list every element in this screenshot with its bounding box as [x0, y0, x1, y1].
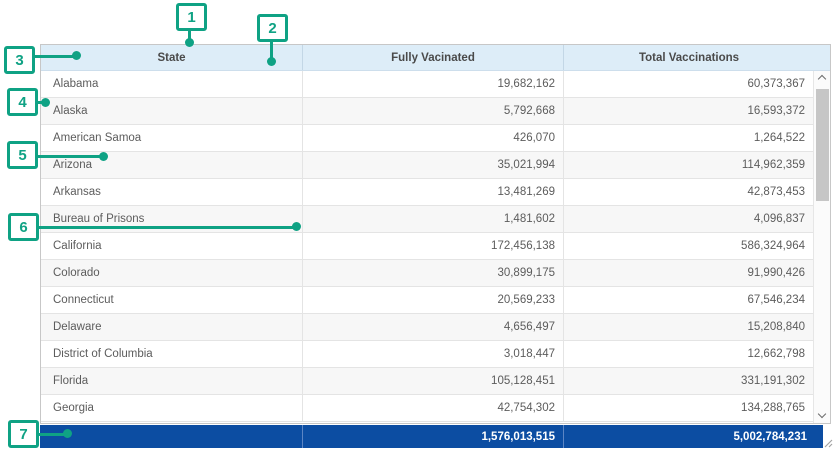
table-row[interactable]: Arkansas 13,481,269 42,873,453 [41, 179, 813, 206]
table-body: Alabama 19,682,162 60,373,367 Alaska 5,7… [41, 71, 813, 423]
table-row[interactable]: District of Columbia 3,018,447 12,662,79… [41, 341, 813, 368]
table-row[interactable]: Georgia 42,754,302 134,288,765 [41, 395, 813, 422]
state-cell: Florida [41, 368, 302, 394]
vaccination-table: State Fully Vacinated Total Vaccinations… [40, 44, 831, 424]
callout-stem [188, 30, 191, 40]
column-header-state[interactable]: State [41, 45, 302, 70]
callout-number: 3 [4, 46, 35, 74]
table-row[interactable]: Alaska 5,792,668 16,593,372 [41, 98, 813, 125]
state-cell: California [41, 233, 302, 259]
fully-vaccinated-cell: 3,018,447 [302, 341, 563, 367]
totals-state-cell [40, 425, 302, 448]
state-cell: Arkansas [41, 179, 302, 205]
table-row[interactable]: Bureau of Prisons 1,481,602 4,096,837 [41, 206, 813, 233]
state-cell: American Samoa [41, 125, 302, 151]
scroll-down-button[interactable] [814, 409, 830, 423]
table-row[interactable]: California 172,456,138 586,324,964 [41, 233, 813, 260]
table-row[interactable]: Arizona 35,021,994 114,962,359 [41, 152, 813, 179]
total-vaccinations-cell: 67,546,234 [563, 287, 813, 313]
state-cell: Delaware [41, 314, 302, 340]
callout-number: 7 [8, 420, 39, 448]
total-vaccinations-cell: 16,593,372 [563, 98, 813, 124]
table-row[interactable]: Florida 105,128,451 331,191,302 [41, 368, 813, 395]
total-vaccinations-cell: 586,324,964 [563, 233, 813, 259]
fully-vaccinated-cell: 30,899,175 [302, 260, 563, 286]
scrollbar-corner [824, 425, 833, 448]
fully-vaccinated-cell: 42,754,302 [302, 395, 563, 421]
fully-vaccinated-cell: 20,569,233 [302, 287, 563, 313]
fully-vaccinated-cell: 19,682,162 [302, 71, 563, 97]
state-cell: Connecticut [41, 287, 302, 313]
fully-vaccinated-cell: 1,481,602 [302, 206, 563, 232]
total-vaccinations-cell: 15,208,840 [563, 314, 813, 340]
fully-vaccinated-cell: 35,021,994 [302, 152, 563, 178]
callout-number: 2 [257, 14, 288, 42]
table-row[interactable]: Connecticut 20,569,233 67,546,234 [41, 287, 813, 314]
callout-number: 5 [7, 141, 38, 169]
state-cell: Colorado [41, 260, 302, 286]
chevron-up-icon [818, 75, 826, 83]
fully-vaccinated-cell: 426,070 [302, 125, 563, 151]
state-cell: Alaska [41, 98, 302, 124]
totals-fully-vaccinated-cell: 1,576,013,515 [302, 425, 563, 448]
resize-grip-icon [824, 439, 833, 448]
state-cell: Bureau of Prisons [41, 206, 302, 232]
state-cell: Georgia [41, 395, 302, 421]
total-vaccinations-cell: 331,191,302 [563, 368, 813, 394]
total-vaccinations-cell: 60,373,367 [563, 71, 813, 97]
annotated-table-screenshot: State Fully Vacinated Total Vaccinations… [0, 0, 833, 453]
scroll-up-button[interactable] [814, 71, 830, 85]
scrollbar-thumb[interactable] [816, 89, 829, 201]
total-vaccinations-cell: 12,662,798 [563, 341, 813, 367]
table-row[interactable]: Delaware 4,656,497 15,208,840 [41, 314, 813, 341]
total-vaccinations-cell: 42,873,453 [563, 179, 813, 205]
fully-vaccinated-cell: 105,128,451 [302, 368, 563, 394]
fully-vaccinated-cell: 13,481,269 [302, 179, 563, 205]
fully-vaccinated-cell: 4,656,497 [302, 314, 563, 340]
fully-vaccinated-cell: 172,456,138 [302, 233, 563, 259]
column-header-fully-vaccinated[interactable]: Fully Vacinated [302, 45, 563, 70]
state-cell: Alabama [41, 71, 302, 97]
total-vaccinations-cell: 1,264,522 [563, 125, 813, 151]
column-header-total-vaccinations[interactable]: Total Vaccinations [563, 45, 814, 70]
table-row[interactable]: American Samoa 426,070 1,264,522 [41, 125, 813, 152]
table-row[interactable]: Colorado 30,899,175 91,990,426 [41, 260, 813, 287]
fully-vaccinated-cell: 5,792,668 [302, 98, 563, 124]
total-vaccinations-cell: 91,990,426 [563, 260, 813, 286]
state-cell: District of Columbia [41, 341, 302, 367]
totals-row: 1,576,013,515 5,002,784,231 [40, 425, 823, 448]
header-scrollbar-spacer [814, 45, 830, 70]
total-vaccinations-cell: 4,096,837 [563, 206, 813, 232]
table-row[interactable]: Alabama 19,682,162 60,373,367 [41, 71, 813, 98]
state-cell: Arizona [41, 152, 302, 178]
chevron-down-icon [818, 410, 826, 418]
callout-number: 4 [7, 88, 38, 116]
callout-number: 6 [8, 213, 39, 241]
total-vaccinations-cell: 134,288,765 [563, 395, 813, 421]
total-vaccinations-cell: 114,962,359 [563, 152, 813, 178]
vertical-scrollbar[interactable] [813, 71, 830, 423]
table-header-row: State Fully Vacinated Total Vaccinations [41, 45, 830, 71]
totals-total-vaccinations-cell: 5,002,784,231 [563, 425, 823, 448]
callout-number: 1 [176, 3, 207, 31]
